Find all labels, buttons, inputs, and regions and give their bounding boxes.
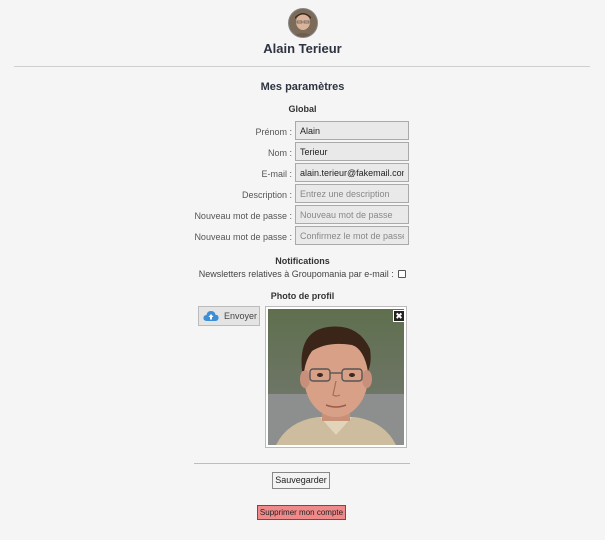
avatar[interactable] [288,8,318,38]
newsletter-checkbox[interactable] [398,269,407,278]
lastname-input[interactable] [295,142,409,161]
new-password-input[interactable] [295,205,409,224]
lastname-label: Nom : [267,148,292,158]
newsletter-row: Newsletters relatives à Groupomania par … [0,269,605,279]
newsletter-label: Newsletters relatives à Groupomania par … [198,269,394,279]
section-title-notifications: Notifications [275,256,330,266]
email-input[interactable] [295,163,409,182]
divider [194,463,410,464]
upload-label: Envoyer [224,311,258,321]
profile-photo [265,306,407,448]
email-label: E-mail : [261,169,292,179]
upload-button[interactable]: Envoyer [198,306,260,326]
remove-photo-button[interactable]: ✖ [393,310,405,322]
section-title-photo: Photo de profil [270,291,335,301]
firstname-label: Prénom : [255,127,292,137]
description-input[interactable] [295,184,409,203]
firstname-input[interactable] [295,121,409,140]
save-button[interactable]: Sauvegarder [272,472,330,489]
description-label: Description : [241,190,292,200]
user-name: Alain Terieur [263,41,342,56]
page-title: Mes paramètres [260,81,345,93]
new-password-label: Nouveau mot de passe : [194,211,292,221]
divider [14,66,590,67]
delete-account-button[interactable]: Supprimer mon compte [257,505,346,520]
section-title-global: Global [288,104,317,114]
confirm-password-label: Nouveau mot de passe : [194,232,292,242]
cloud-upload-icon [203,310,219,322]
confirm-password-input[interactable] [295,226,409,245]
